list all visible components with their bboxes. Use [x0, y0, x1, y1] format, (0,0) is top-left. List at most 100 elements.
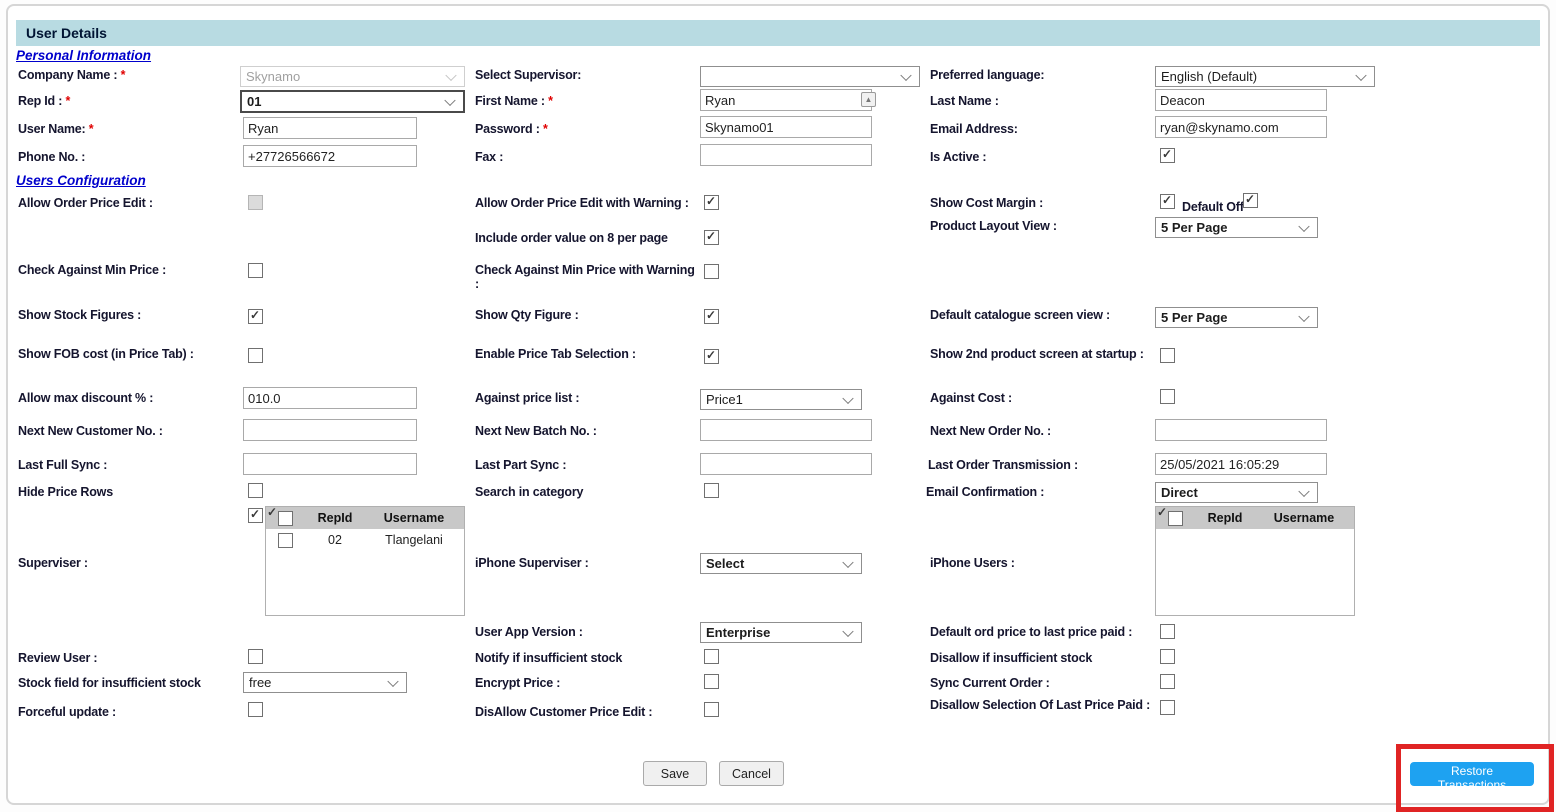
allow-max-discount-input[interactable]	[243, 387, 417, 409]
show-2nd-product-checkbox[interactable]	[1160, 348, 1175, 363]
disallow-customer-price-edit-checkbox[interactable]	[704, 702, 719, 717]
notify-insufficient-stock-checkbox[interactable]	[704, 649, 719, 664]
show-qty-figure-checkbox[interactable]	[704, 309, 719, 324]
next-new-batch-no-input[interactable]	[700, 419, 872, 441]
stock-field-insufficient-select[interactable]: free	[243, 672, 407, 693]
forceful-update-label: Forceful update :	[18, 705, 116, 719]
iphone-users-label: iPhone Users :	[930, 556, 1015, 570]
last-order-transmission-input[interactable]	[1155, 453, 1327, 475]
supervisor-table: RepId Username 02 Tlangelani	[265, 506, 465, 616]
default-catalogue-view-label: Default catalogue screen view :	[930, 308, 1110, 322]
supervisor-select-all-checkbox[interactable]	[278, 511, 293, 526]
fax-input[interactable]	[700, 144, 872, 166]
supervisor-row-checkbox[interactable]	[278, 533, 293, 548]
chevron-down-icon	[1298, 485, 1309, 496]
notify-insufficient-stock-label: Notify if insufficient stock	[475, 651, 622, 665]
forceful-update-checkbox[interactable]	[248, 702, 263, 717]
check-against-min-price-label: Check Against Min Price :	[18, 263, 166, 277]
column-header-username: Username	[1256, 511, 1352, 525]
rep-id-select[interactable]: 01	[240, 90, 465, 113]
check-against-min-price-warning-checkbox[interactable]	[704, 264, 719, 279]
allow-order-price-edit-checkbox	[248, 195, 263, 210]
against-cost-checkbox[interactable]	[1160, 389, 1175, 404]
chevron-down-icon	[1298, 220, 1309, 231]
select-supervisor-select[interactable]	[700, 66, 920, 87]
personal-information-link[interactable]: Personal Information	[16, 48, 151, 63]
rep-id-label: Rep Id : *	[18, 94, 70, 108]
show-stock-figures-label: Show Stock Figures :	[18, 308, 141, 322]
chevron-down-icon	[900, 69, 911, 80]
sync-current-order-checkbox[interactable]	[1160, 674, 1175, 689]
password-input[interactable]	[700, 116, 872, 138]
check-against-min-price-checkbox[interactable]	[248, 263, 263, 278]
supervisor-row-username: Tlangelani	[366, 533, 462, 547]
stock-field-insufficient-label: Stock field for insufficient stock	[18, 676, 201, 690]
user-name-input[interactable]	[243, 117, 417, 139]
first-name-label: First Name : *	[475, 94, 553, 108]
last-part-sync-label: Last Part Sync :	[475, 458, 566, 472]
iphone-users-select-all-checkbox[interactable]	[1168, 511, 1183, 526]
select-supervisor-label: Select Supervisor:	[475, 68, 581, 82]
show-fob-cost-checkbox[interactable]	[248, 348, 263, 363]
default-ord-price-checkbox[interactable]	[1160, 624, 1175, 639]
last-part-sync-input[interactable]	[700, 453, 872, 475]
disallow-selection-last-price-checkbox[interactable]	[1160, 700, 1175, 715]
chevron-down-icon	[1355, 69, 1366, 80]
save-button[interactable]: Save	[643, 761, 707, 786]
allow-order-price-edit-label: Allow Order Price Edit :	[18, 196, 153, 210]
panel-title-bar: User Details	[16, 20, 1540, 46]
first-name-input[interactable]	[700, 89, 872, 111]
iphone-users-table: RepId Username	[1155, 506, 1355, 616]
default-ord-price-label: Default ord price to last price paid :	[930, 625, 1132, 639]
enable-price-tab-checkbox[interactable]	[704, 349, 719, 364]
next-new-customer-no-input[interactable]	[243, 419, 417, 441]
show-fob-cost-label: Show FOB cost (in Price Tab) :	[18, 347, 194, 361]
autofill-icon[interactable]: ▲	[861, 92, 876, 107]
phone-no-input[interactable]	[243, 145, 417, 167]
last-name-input[interactable]	[1155, 89, 1327, 111]
show-2nd-product-label: Show 2nd product screen at startup :	[930, 347, 1144, 361]
email-address-input[interactable]	[1155, 116, 1327, 138]
show-stock-figures-checkbox[interactable]	[248, 309, 263, 324]
encrypt-price-checkbox[interactable]	[704, 674, 719, 689]
last-name-label: Last Name :	[930, 94, 999, 108]
show-cost-margin-checkbox[interactable]	[1160, 194, 1175, 209]
allow-order-price-edit-warning-label: Allow Order Price Edit with Warning :	[475, 196, 700, 210]
supervisor-table-header: RepId Username	[266, 507, 464, 529]
users-configuration-link[interactable]: Users Configuration	[16, 173, 146, 188]
next-new-batch-no-label: Next New Batch No. :	[475, 424, 597, 438]
iphone-users-table-header: RepId Username	[1156, 507, 1354, 529]
supervisor-row-repid: 02	[304, 533, 366, 547]
phone-no-label: Phone No. :	[18, 150, 85, 164]
enable-price-tab-label: Enable Price Tab Selection :	[475, 347, 636, 361]
is-active-checkbox[interactable]	[1160, 148, 1175, 163]
email-confirmation-select[interactable]: Direct	[1155, 482, 1318, 503]
against-price-list-select[interactable]: Price1	[700, 389, 862, 410]
preferred-language-label: Preferred language:	[930, 68, 1044, 82]
first-name-field-wrap: ▲	[700, 89, 880, 111]
page-title: User Details	[26, 25, 107, 41]
hide-price-rows-checkbox[interactable]	[248, 483, 263, 498]
include-order-value-checkbox[interactable]	[704, 230, 719, 245]
last-full-sync-input[interactable]	[243, 453, 417, 475]
product-layout-view-select[interactable]: 5 Per Page	[1155, 217, 1318, 238]
review-user-checkbox[interactable]	[248, 649, 263, 664]
default-off-checkbox[interactable]	[1243, 193, 1258, 208]
allow-order-price-edit-warning-checkbox[interactable]	[704, 195, 719, 210]
chevron-down-icon	[444, 94, 455, 105]
fax-label: Fax :	[475, 150, 503, 164]
default-catalogue-view-select[interactable]: 5 Per Page	[1155, 307, 1318, 328]
column-header-repid: RepId	[1194, 511, 1256, 525]
superviser-enable-checkbox[interactable]	[248, 508, 263, 523]
user-app-version-select[interactable]: Enterprise	[700, 622, 862, 643]
cancel-button[interactable]: Cancel	[719, 761, 784, 786]
preferred-language-select[interactable]: English (Default)	[1155, 66, 1375, 87]
search-in-category-checkbox[interactable]	[704, 483, 719, 498]
iphone-superviser-select[interactable]: Select	[700, 553, 862, 574]
email-address-label: Email Address:	[930, 122, 1018, 136]
table-row[interactable]: 02 Tlangelani	[266, 529, 464, 551]
product-layout-view-label: Product Layout View :	[930, 219, 1057, 233]
disallow-insufficient-stock-checkbox[interactable]	[1160, 649, 1175, 664]
restore-transactions-button[interactable]: Restore Transactions	[1410, 762, 1534, 786]
next-new-order-no-input[interactable]	[1155, 419, 1327, 441]
